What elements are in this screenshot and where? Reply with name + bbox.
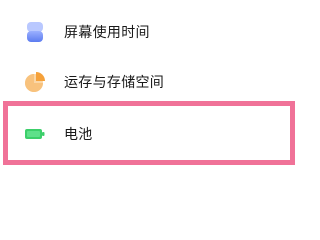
settings-item-screen-time[interactable]: 屏幕使用时间 (0, 8, 300, 56)
settings-item-label: 运存与存储空间 (64, 75, 165, 91)
settings-item-storage[interactable]: 运存与存储空间 (0, 58, 300, 106)
storage-pie-icon (25, 72, 45, 92)
settings-item-label: 电池 (64, 127, 93, 143)
settings-item-battery[interactable]: 电池 (0, 110, 300, 158)
settings-screen: 屏幕使用时间 运存与存储空间 电池 (0, 0, 300, 200)
settings-item-label: 屏幕使用时间 (64, 25, 150, 41)
battery-icon (25, 129, 45, 139)
screen-time-icon (27, 22, 43, 42)
